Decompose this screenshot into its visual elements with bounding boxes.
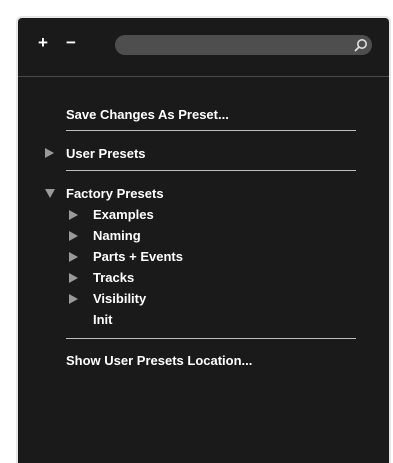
preset-search-input[interactable]: [115, 35, 372, 55]
save-changes-as-preset-item[interactable]: Save Changes As Preset...: [66, 107, 229, 123]
factory-item-visibility[interactable]: Visibility: [93, 291, 146, 307]
factory-item-naming[interactable]: Naming: [93, 228, 141, 244]
preset-toolbar: + −: [18, 18, 389, 76]
factory-item-init[interactable]: Init: [93, 312, 113, 328]
collapse-arrow-icon[interactable]: [45, 189, 55, 198]
factory-presets-item[interactable]: Factory Presets: [66, 186, 164, 202]
preset-panel: + − Save Changes As Preset... User Prese…: [16, 16, 391, 463]
expand-arrow-icon[interactable]: [45, 148, 54, 158]
factory-item-tracks[interactable]: Tracks: [93, 270, 134, 286]
remove-preset-button[interactable]: −: [62, 34, 80, 52]
show-user-presets-location-item[interactable]: Show User Presets Location...: [66, 353, 252, 369]
expand-arrow-icon[interactable]: [69, 210, 78, 220]
menu-divider: [66, 338, 356, 339]
menu-divider: [66, 130, 356, 131]
expand-arrow-icon[interactable]: [69, 294, 78, 304]
expand-arrow-icon[interactable]: [69, 273, 78, 283]
menu-divider: [66, 170, 356, 171]
expand-arrow-icon[interactable]: [69, 231, 78, 241]
expand-arrow-icon[interactable]: [69, 252, 78, 262]
search-icon[interactable]: [354, 38, 368, 52]
toolbar-divider: [18, 76, 389, 77]
user-presets-item[interactable]: User Presets: [66, 146, 146, 162]
factory-item-parts-events[interactable]: Parts + Events: [93, 249, 183, 265]
add-preset-button[interactable]: +: [34, 34, 52, 52]
factory-item-examples[interactable]: Examples: [93, 207, 154, 223]
